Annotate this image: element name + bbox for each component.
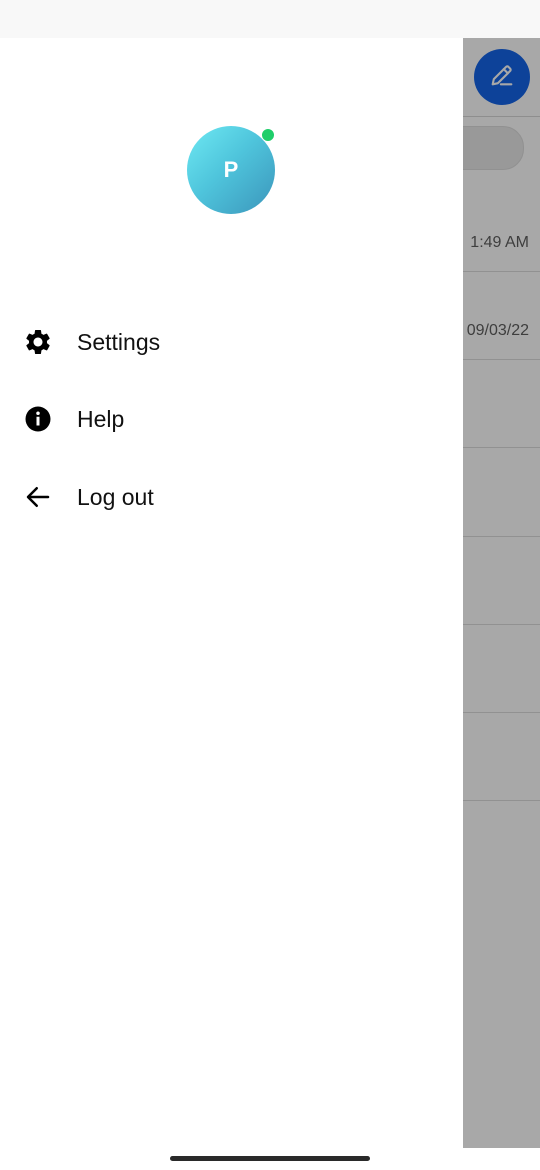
navigation-drawer: P Settings Help Log out — [0, 38, 463, 1148]
info-icon — [23, 404, 53, 434]
menu-item-label: Log out — [77, 483, 154, 510]
gear-icon — [23, 327, 53, 357]
status-bar — [0, 0, 540, 38]
menu-item-label: Settings — [77, 328, 161, 355]
home-indicator[interactable] — [170, 1156, 370, 1161]
arrow-left-icon — [23, 482, 53, 512]
menu-item-logout[interactable]: Log out — [0, 465, 463, 529]
menu-item-settings[interactable]: Settings — [0, 310, 463, 374]
menu-item-label: Help — [77, 405, 125, 432]
menu-item-help[interactable]: Help — [0, 387, 463, 451]
avatar-initial: P — [223, 157, 239, 182]
online-status-dot — [261, 128, 275, 142]
